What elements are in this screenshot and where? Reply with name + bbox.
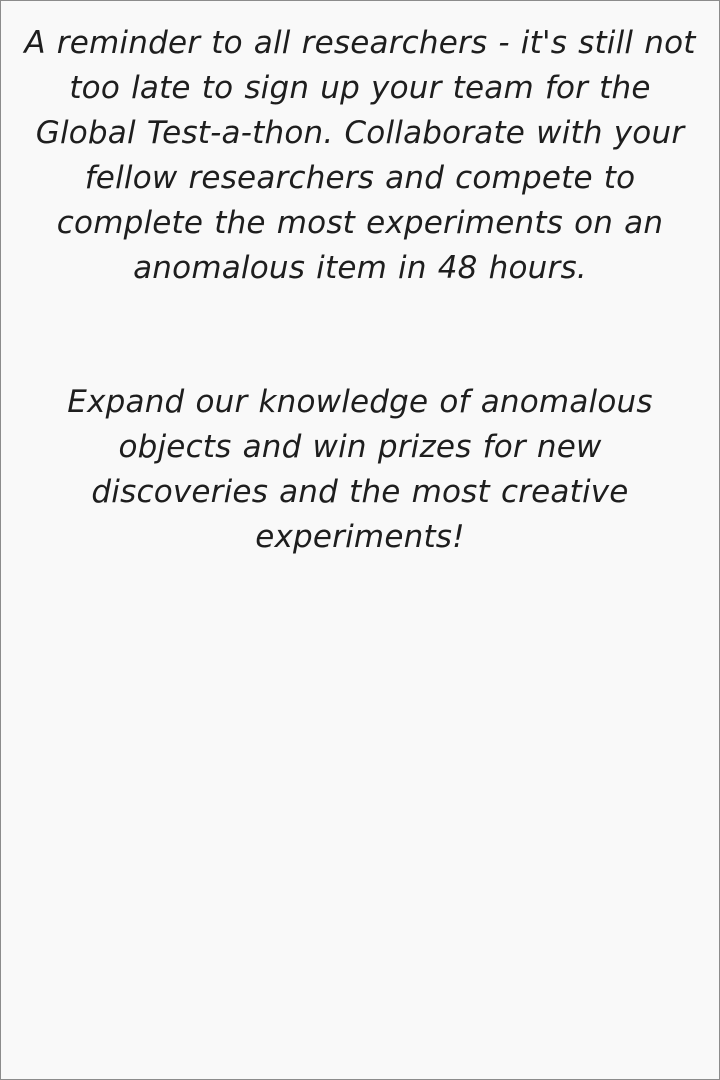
notice-paragraph-reminder: A reminder to all researchers - it's sti… — [24, 25, 696, 286]
notice-page: A reminder to all researchers - it's sti… — [0, 0, 720, 1080]
notice-paragraph-prizes: Expand our knowledge of anomalous object… — [67, 384, 653, 555]
